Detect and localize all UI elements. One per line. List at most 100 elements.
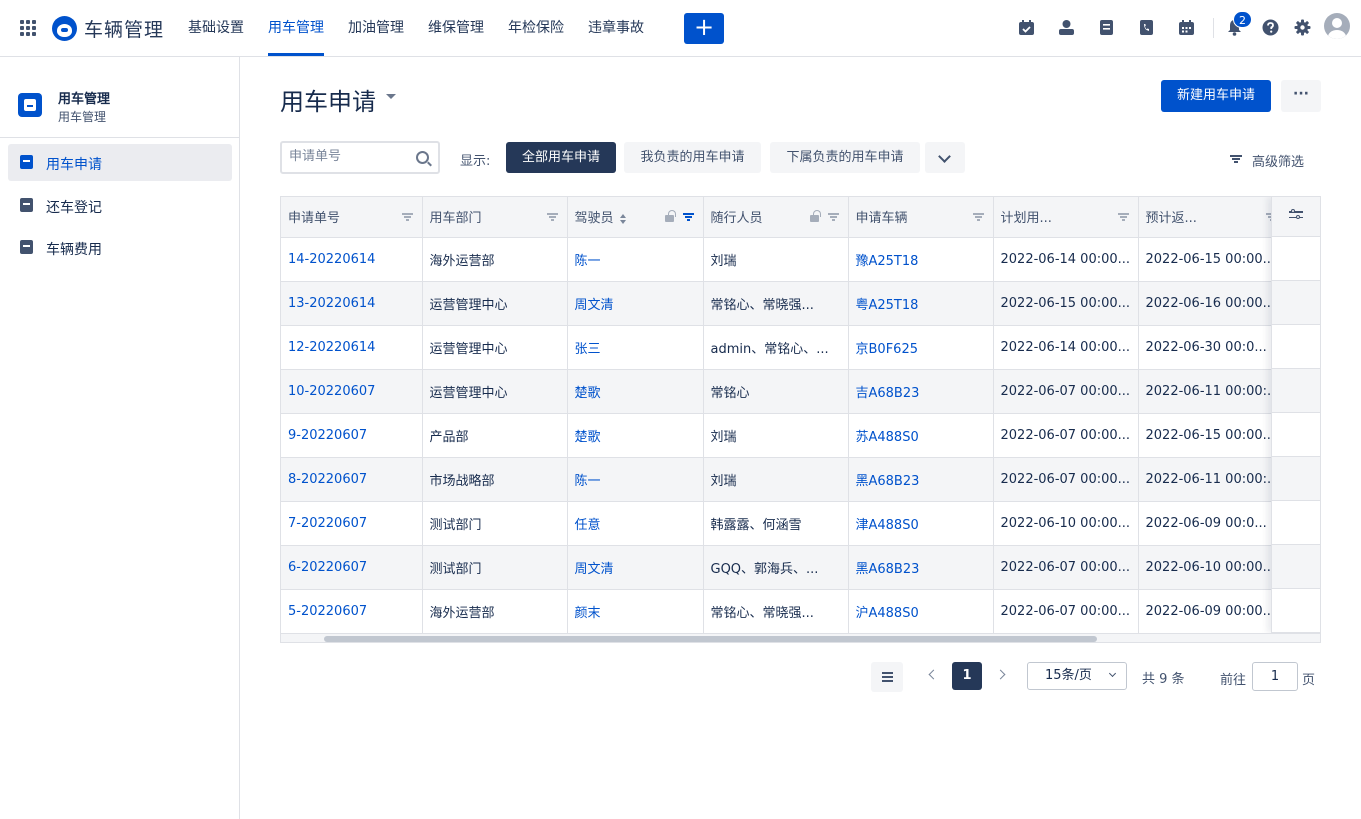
- search-icon[interactable]: [416, 151, 429, 164]
- table-row[interactable]: 6-20220607 测试部门 周文清 GQQ、郭海兵、... 黑A68B23 2022-…: [281, 545, 1288, 590]
- scrollbar-thumb[interactable]: [324, 636, 1097, 642]
- horizontal-scrollbar[interactable]: [281, 633, 1320, 642]
- table-row[interactable]: 5-20220607 海外运营部 颜末 常铭心、常晓强... 沪A488S0 2022-0…: [281, 589, 1288, 634]
- user-avatar[interactable]: [1324, 13, 1350, 39]
- col-header-request-no[interactable]: 申请单号: [281, 197, 423, 238]
- request-icon: [20, 155, 33, 169]
- table-cell[interactable]: 黑A68B23: [848, 545, 994, 590]
- table-row[interactable]: 13-20220614 运营管理中心 周文清 常铭心、常晓强... 粤A25T18 202…: [281, 281, 1288, 326]
- gear-icon[interactable]: [1294, 19, 1311, 36]
- table-cell[interactable]: 颜末: [567, 589, 704, 634]
- table-cell[interactable]: 9-20220607: [281, 413, 423, 458]
- app-switcher-icon[interactable]: [20, 20, 36, 36]
- sidebar-item-vehicle-costs[interactable]: 车辆费用: [8, 229, 232, 266]
- table-cell[interactable]: 豫A25T18: [848, 237, 994, 282]
- row-action-cell: [1272, 325, 1320, 369]
- table-row[interactable]: 8-20220607 市场战略部 陈一 刘瑞 黑A68B23 2022-06-07 00:…: [281, 457, 1288, 502]
- table-cell[interactable]: 张三: [567, 325, 704, 370]
- table-cell[interactable]: 13-20220614: [281, 281, 423, 326]
- row-action-cell: [1272, 413, 1320, 457]
- table-cell[interactable]: 楚歌: [567, 413, 704, 458]
- phone-book-icon[interactable]: [1138, 19, 1155, 36]
- table-cell[interactable]: 6-20220607: [281, 545, 423, 590]
- new-request-button[interactable]: 新建用车申请: [1161, 80, 1271, 112]
- sliders-icon[interactable]: [1289, 209, 1303, 222]
- table-row[interactable]: 9-20220607 产品部 楚歌 刘瑞 苏A488S0 2022-06-07 00:00…: [281, 413, 1288, 458]
- table-cell[interactable]: 10-20220607: [281, 369, 423, 414]
- filter-all-requests[interactable]: 全部用车申请: [506, 142, 616, 173]
- search-box[interactable]: [280, 141, 440, 174]
- create-button[interactable]: +: [684, 13, 724, 44]
- advanced-filter-link[interactable]: 高级筛选: [1252, 151, 1304, 170]
- column-settings-button[interactable]: [1272, 197, 1320, 237]
- col-header-expected-return[interactable]: 预计返...: [1138, 197, 1288, 238]
- table-cell[interactable]: 苏A488S0: [848, 413, 994, 458]
- table-cell[interactable]: 12-20220614: [281, 325, 423, 370]
- nav-item-fuel[interactable]: 加油管理: [348, 0, 404, 57]
- nav-item-maintenance[interactable]: 维保管理: [428, 0, 484, 57]
- col-header-vehicle[interactable]: 申请车辆: [848, 197, 994, 238]
- column-filter-icon[interactable]: [827, 213, 839, 221]
- column-filter-icon[interactable]: [401, 213, 413, 221]
- column-filter-icon[interactable]: [682, 213, 694, 221]
- nav-item-basic-settings[interactable]: 基础设置: [188, 0, 244, 57]
- nav-item-inspection-insurance[interactable]: 年检保险: [508, 0, 564, 57]
- table-cell: 2022-06-15 00:00...: [1138, 237, 1288, 282]
- document-icon[interactable]: [1098, 19, 1115, 36]
- table-cell[interactable]: 陈一: [567, 237, 704, 282]
- table-cell[interactable]: 陈一: [567, 457, 704, 502]
- user-icon[interactable]: [1058, 19, 1075, 36]
- table-cell[interactable]: 沪A488S0: [848, 589, 994, 634]
- next-page-icon[interactable]: [995, 669, 1006, 680]
- table-cell[interactable]: 周文清: [567, 545, 704, 590]
- table-cell[interactable]: 5-20220607: [281, 589, 423, 634]
- calendar-check-icon[interactable]: [1018, 19, 1035, 36]
- caret-down-icon[interactable]: [386, 94, 396, 99]
- table-cell[interactable]: 粤A25T18: [848, 281, 994, 326]
- table-cell[interactable]: 京B0F625: [848, 325, 994, 370]
- help-icon[interactable]: [1262, 19, 1279, 36]
- table-cell: 运营管理中心: [422, 325, 568, 370]
- page-title[interactable]: 用车申请: [280, 82, 376, 117]
- table-cell[interactable]: 吉A68B23: [848, 369, 994, 414]
- filter-more-chevron-icon[interactable]: [925, 142, 965, 173]
- filter-my-requests[interactable]: 我负责的用车申请: [624, 142, 761, 173]
- column-filter-icon[interactable]: [972, 213, 984, 221]
- table-row[interactable]: 10-20220607 运营管理中心 楚歌 常铭心 吉A68B23 2022-06-07 …: [281, 369, 1288, 414]
- table-cell[interactable]: 7-20220607: [281, 501, 423, 546]
- more-button[interactable]: ···: [1281, 80, 1321, 112]
- calendar-icon[interactable]: [1178, 19, 1195, 36]
- table-cell[interactable]: 楚歌: [567, 369, 704, 414]
- table-cell[interactable]: 14-20220614: [281, 237, 423, 282]
- goto-page-input[interactable]: 1: [1252, 662, 1298, 691]
- page-size-select[interactable]: 15条/页: [1027, 662, 1127, 690]
- search-input[interactable]: [289, 149, 409, 164]
- table-row[interactable]: 12-20220614 运营管理中心 张三 admin、常铭心、... 京B0F625 2…: [281, 325, 1288, 370]
- table-cell[interactable]: 津A488S0: [848, 501, 994, 546]
- current-page[interactable]: 1: [952, 662, 982, 690]
- table-cell[interactable]: 任意: [567, 501, 704, 546]
- col-header-department[interactable]: 用车部门: [422, 197, 568, 238]
- col-header-companions[interactable]: 随行人员: [703, 197, 849, 238]
- prev-page-icon[interactable]: [928, 669, 939, 680]
- table-row[interactable]: 7-20220607 测试部门 任意 韩露露、何涵雪 津A488S0 2022-06-10…: [281, 501, 1288, 546]
- lock-icon[interactable]: [664, 210, 676, 222]
- table-cell[interactable]: 8-20220607: [281, 457, 423, 502]
- table-row[interactable]: 14-20220614 海外运营部 陈一 刘瑞 豫A25T18 2022-06-14 00…: [281, 237, 1288, 282]
- lock-icon[interactable]: [809, 210, 821, 222]
- nav-item-vehicle-use[interactable]: 用车管理: [268, 0, 324, 56]
- sidebar-item-vehicle-request[interactable]: 用车申请: [8, 144, 232, 181]
- table-cell[interactable]: 黑A68B23: [848, 457, 994, 502]
- column-filter-icon[interactable]: [1117, 213, 1129, 221]
- filter-subordinate-requests[interactable]: 下属负责的用车申请: [770, 142, 920, 173]
- col-header-driver[interactable]: 驾驶员: [567, 197, 704, 238]
- list-view-icon[interactable]: [871, 662, 903, 692]
- col-header-planned-start[interactable]: 计划用...: [993, 197, 1139, 238]
- sidebar-item-return-register[interactable]: 还车登记: [8, 187, 232, 224]
- sort-icon[interactable]: [619, 213, 627, 224]
- nav-item-violations[interactable]: 违章事故: [588, 0, 644, 57]
- row-action-cell: [1272, 545, 1320, 589]
- table-cell[interactable]: 周文清: [567, 281, 704, 326]
- column-filter-icon[interactable]: [546, 213, 558, 221]
- filter-icon[interactable]: [1230, 155, 1242, 164]
